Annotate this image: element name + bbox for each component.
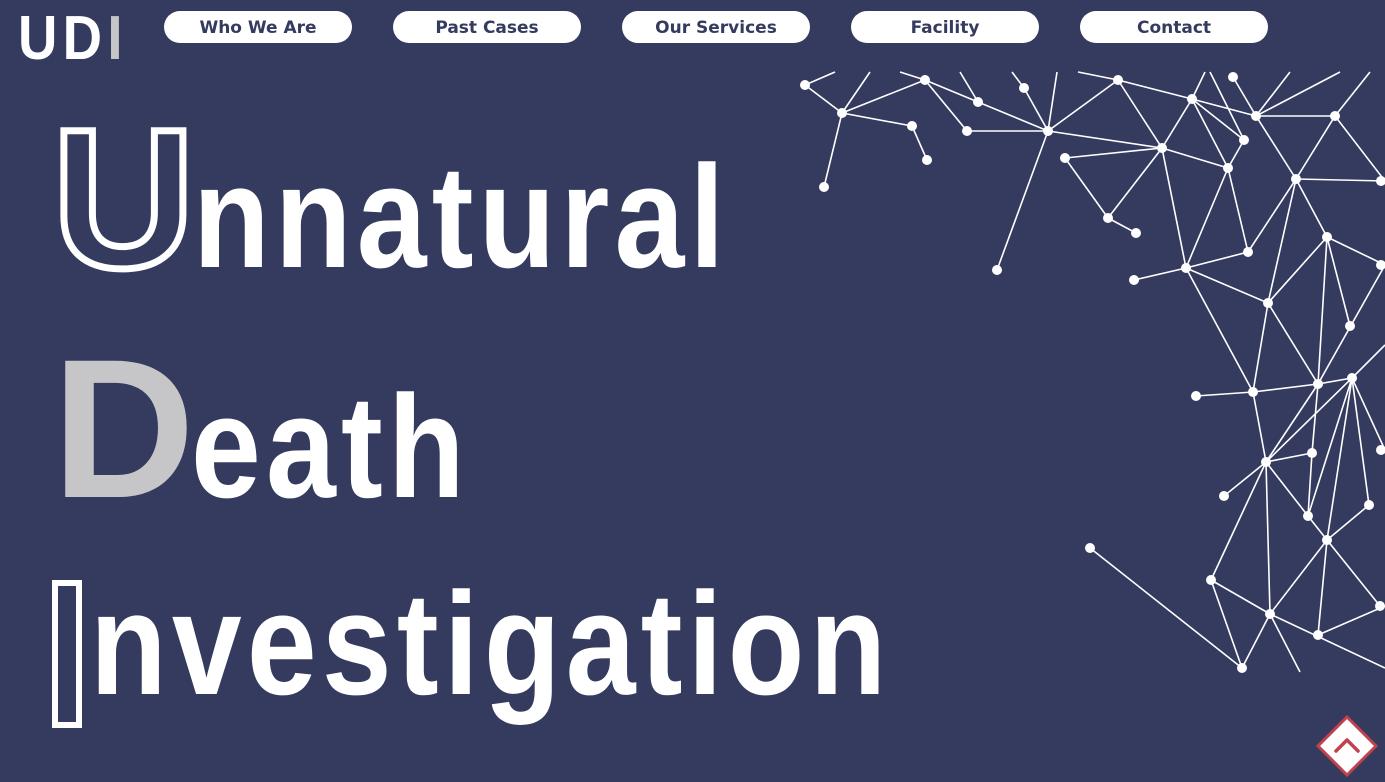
hero-word-rest: nnatural <box>193 135 730 298</box>
hero-initial-u: U <box>49 88 199 309</box>
nav-past-cases[interactable]: Past Cases <box>393 11 581 43</box>
network-graph-icon <box>800 71 1385 673</box>
hero-line-unnatural: Unnatural <box>49 88 817 309</box>
hero-initial-i <box>52 580 82 728</box>
main-nav: Who We Are Past Cases Our Services Facil… <box>0 11 1385 45</box>
nav-who-we-are[interactable]: Who We Are <box>164 11 352 43</box>
chevron-up-icon <box>1315 714 1379 778</box>
nav-facility[interactable]: Facility <box>851 11 1039 43</box>
nav-our-services[interactable]: Our Services <box>622 11 810 43</box>
scroll-to-top-button[interactable] <box>1315 714 1379 778</box>
hero-initial-d: D <box>52 318 195 539</box>
nav-contact[interactable]: Contact <box>1080 11 1268 43</box>
hero-line-death: Death <box>52 330 515 531</box>
hero-word-rest: nvestigation <box>90 562 892 725</box>
hero-word-rest: eath <box>191 365 470 528</box>
